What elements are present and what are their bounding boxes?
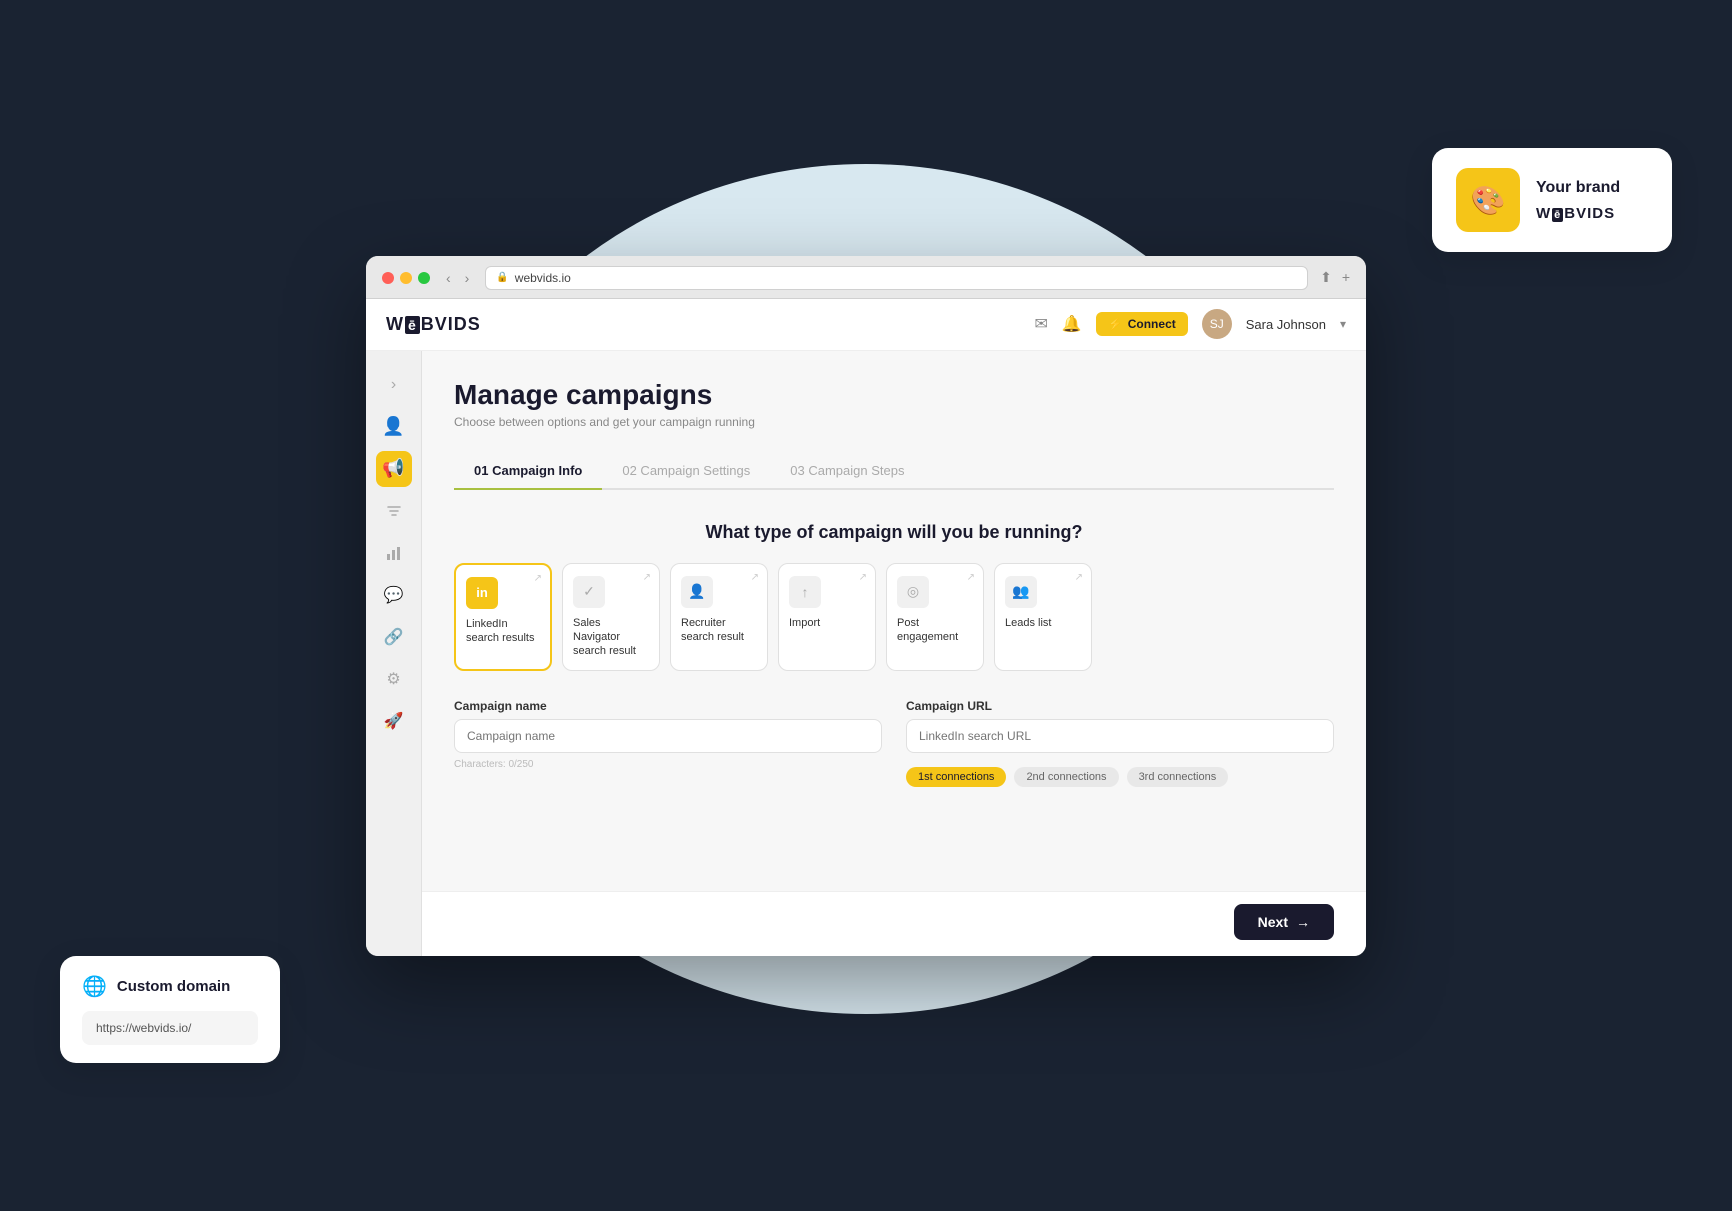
tag-3rd-connections[interactable]: 3rd connections xyxy=(1127,767,1229,787)
page-title: Manage campaigns xyxy=(454,379,1334,411)
external-icon: ↗ xyxy=(1075,572,1083,583)
campaign-card-sales-nav[interactable]: ↗ ✓ Sales Navigator search result xyxy=(562,563,660,672)
campaign-name-group: Campaign name Characters: 0/250 xyxy=(454,699,882,787)
new-tab-icon[interactable]: + xyxy=(1342,269,1350,286)
maximize-dot[interactable] xyxy=(418,272,430,284)
close-dot[interactable] xyxy=(382,272,394,284)
external-icon: ↗ xyxy=(643,572,651,583)
nav-forward[interactable]: › xyxy=(461,268,474,288)
next-button[interactable]: Next → xyxy=(1234,904,1334,940)
form-row: Campaign name Characters: 0/250 Campaign… xyxy=(454,699,1334,787)
campaign-name-hint: Characters: 0/250 xyxy=(454,759,882,770)
bell-icon[interactable]: 🔔 xyxy=(1062,314,1082,334)
browser-chrome: ‹ › 🔒 webvids.io ⬆ + xyxy=(366,256,1366,299)
brand-card-title: Your brand xyxy=(1536,179,1620,197)
campaign-card-leads-list[interactable]: ↗ 👥 Leads list xyxy=(994,563,1092,672)
campaign-question: What type of campaign will you be runnin… xyxy=(454,522,1334,543)
connect-button[interactable]: ⚡ Connect xyxy=(1096,312,1188,336)
sidebar-item-launch[interactable]: 🚀 xyxy=(376,703,412,739)
leads-list-label: Leads list xyxy=(1005,616,1051,630)
mail-icon[interactable]: ✉ xyxy=(1034,314,1047,334)
linkedin-label: LinkedIn search results xyxy=(466,617,540,646)
globe-icon: 🌐 xyxy=(82,974,107,999)
domain-url: https://webvids.io/ xyxy=(82,1011,258,1045)
import-label: Import xyxy=(789,616,820,630)
browser-nav: ‹ › xyxy=(442,268,473,288)
brand-logo: WēBVIDS xyxy=(1536,205,1620,222)
user-name[interactable]: Sara Johnson xyxy=(1246,317,1326,332)
campaign-card-post-engagement[interactable]: ↗ ◎ Post engagement xyxy=(886,563,984,672)
domain-card-title: Custom domain xyxy=(117,978,230,995)
connection-tags: 1st connections 2nd connections 3rd conn… xyxy=(906,767,1334,787)
recruiter-icon: 👤 xyxy=(681,576,713,608)
browser-window: ‹ › 🔒 webvids.io ⬆ + WēBVIDS ✉ 🔔 ⚡ Conne… xyxy=(366,256,1366,956)
app-header: WēBVIDS ✉ 🔔 ⚡ Connect SJ Sara Johnson ▾ xyxy=(366,299,1366,351)
campaign-card-import[interactable]: ↗ ↑ Import xyxy=(778,563,876,672)
user-chevron-icon[interactable]: ▾ xyxy=(1340,317,1346,331)
tab-campaign-settings[interactable]: 02 Campaign Settings xyxy=(602,453,770,490)
logo: WēBVIDS xyxy=(386,314,1034,335)
brand-card: 🎨 Your brand WēBVIDS xyxy=(1432,148,1672,252)
share-icon[interactable]: ⬆ xyxy=(1320,269,1332,286)
tab-campaign-steps[interactable]: 03 Campaign Steps xyxy=(770,453,924,490)
external-icon: ↗ xyxy=(859,572,867,583)
campaign-name-input[interactable] xyxy=(454,719,882,753)
sidebar-item-analytics[interactable] xyxy=(376,535,412,571)
sidebar: › 👤 📢 💬 🔗 ⚙ 🚀 xyxy=(366,351,422,956)
header-right: ✉ 🔔 ⚡ Connect SJ Sara Johnson ▾ xyxy=(1034,309,1346,339)
page-subtitle: Choose between options and get your camp… xyxy=(454,415,1334,429)
next-arrow-icon: → xyxy=(1296,914,1310,930)
post-engagement-icon: ◎ xyxy=(897,576,929,608)
nav-back[interactable]: ‹ xyxy=(442,268,455,288)
campaign-url-label: Campaign URL xyxy=(906,699,1334,713)
sales-nav-icon: ✓ xyxy=(573,576,605,608)
campaign-name-label: Campaign name xyxy=(454,699,882,713)
brand-icon: 🎨 xyxy=(1456,168,1520,232)
avatar: SJ xyxy=(1202,309,1232,339)
recruiter-label: Recruiter search result xyxy=(681,616,757,645)
campaign-url-input[interactable] xyxy=(906,719,1334,753)
address-bar[interactable]: 🔒 webvids.io xyxy=(485,266,1308,290)
external-icon: ↗ xyxy=(967,572,975,583)
bottom-bar: Next → xyxy=(422,891,1366,956)
linkedin-icon: in xyxy=(466,577,498,609)
connect-icon: ⚡ xyxy=(1108,317,1123,331)
main-content: Manage campaigns Choose between options … xyxy=(422,351,1366,891)
lock-icon: 🔒 xyxy=(496,272,508,283)
next-label: Next xyxy=(1258,914,1288,930)
sidebar-item-users[interactable]: 👤 xyxy=(376,409,412,445)
sidebar-item-campaigns[interactable]: 📢 xyxy=(376,451,412,487)
browser-dots xyxy=(382,272,430,284)
external-icon: ↗ xyxy=(751,572,759,583)
campaign-url-group: Campaign URL 1st connections 2nd connect… xyxy=(906,699,1334,787)
campaign-types: ↗ in LinkedIn search results ↗ ✓ Sales N… xyxy=(454,563,1334,672)
url-text: webvids.io xyxy=(515,271,571,285)
campaign-card-linkedin[interactable]: ↗ in LinkedIn search results xyxy=(454,563,552,672)
domain-card: 🌐 Custom domain https://webvids.io/ xyxy=(60,956,280,1063)
sidebar-item-settings[interactable]: ⚙ xyxy=(376,661,412,697)
app-body: › 👤 📢 💬 🔗 ⚙ 🚀 Manag xyxy=(366,351,1366,956)
browser-actions: ⬆ + xyxy=(1320,269,1350,286)
sidebar-item-filter[interactable] xyxy=(376,493,412,529)
tab-campaign-info[interactable]: 01 Campaign Info xyxy=(454,453,602,490)
sidebar-toggle[interactable]: › xyxy=(376,367,412,403)
sidebar-item-chat[interactable]: 💬 xyxy=(376,577,412,613)
sales-nav-label: Sales Navigator search result xyxy=(573,616,649,659)
import-icon: ↑ xyxy=(789,576,821,608)
tag-2nd-connections[interactable]: 2nd connections xyxy=(1014,767,1118,787)
stepper: 01 Campaign Info 02 Campaign Settings 03… xyxy=(454,453,1334,490)
tag-1st-connections[interactable]: 1st connections xyxy=(906,767,1006,787)
external-icon: ↗ xyxy=(534,573,542,584)
sidebar-item-links[interactable]: 🔗 xyxy=(376,619,412,655)
brand-info: Your brand WēBVIDS xyxy=(1536,179,1620,222)
leads-list-icon: 👥 xyxy=(1005,576,1037,608)
minimize-dot[interactable] xyxy=(400,272,412,284)
campaign-card-recruiter[interactable]: ↗ 👤 Recruiter search result xyxy=(670,563,768,672)
post-engagement-label: Post engagement xyxy=(897,616,973,645)
domain-header: 🌐 Custom domain xyxy=(82,974,258,999)
